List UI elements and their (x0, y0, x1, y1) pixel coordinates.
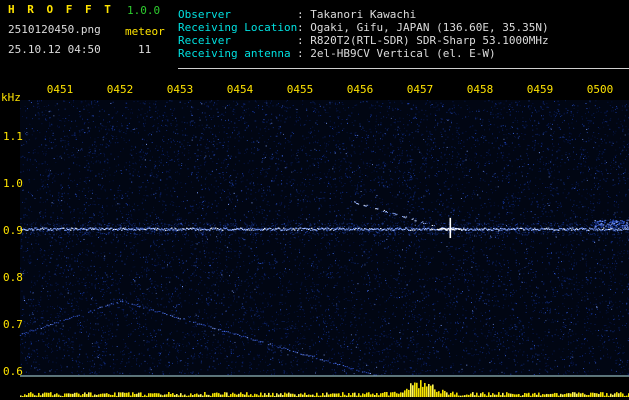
time-tick-label: 0455 (286, 83, 314, 96)
time-axis: 0451 0452 0453 0454 0455 0456 0457 0458 0459 0500 (0, 84, 629, 96)
spectrogram-canvas (0, 0, 629, 400)
app-title: H R O F F T (8, 3, 114, 16)
info-value: : 2el-HB9CV Vertical (el. E-W) (297, 47, 496, 60)
time-tick-label: 0453 (166, 83, 194, 96)
app-version: 1.0.0 (127, 4, 161, 17)
observation-datetime: 25.10.12 04:50 (8, 43, 101, 56)
frequency-tick-label: 0.7 (3, 318, 23, 331)
frequency-tick-label: 0.8 (3, 271, 23, 284)
time-tick-label: 0500 (586, 83, 614, 96)
hrofft-output-image: H R O F F T 1.0.0 2510120450.png meteor … (0, 0, 629, 400)
observation-mode: meteor (125, 25, 165, 38)
info-value: : R820T2(RTL-SDR) SDR-Sharp 53.1000MHz (297, 34, 549, 47)
time-tick-label: 0457 (406, 83, 434, 96)
time-tick-label: 0452 (106, 83, 134, 96)
frequency-axis: 1.1 1.0 0.9 0.8 0.7 0.6 (0, 0, 23, 400)
info-label: Observer (178, 8, 231, 21)
frequency-tick-label: 1.0 (3, 177, 23, 190)
time-tick-label: 0458 (466, 83, 494, 96)
time-tick-label: 0459 (526, 83, 554, 96)
info-label: Receiving antenna (178, 47, 291, 60)
time-tick-label: 0451 (46, 83, 74, 96)
header-separator (178, 68, 629, 69)
echo-count: 11 (138, 43, 152, 56)
station-info-row: Receiver : R820T2(RTL-SDR) SDR-Sharp 53.1… (178, 34, 549, 47)
frequency-tick-label: 0.6 (3, 365, 23, 378)
frequency-tick-label: 1.1 (3, 130, 23, 143)
info-label: Receiver (178, 34, 231, 47)
info-value: : Takanori Kawachi (297, 8, 417, 21)
frequency-axis-unit: kHz (1, 91, 21, 104)
frequency-tick-label: 0.9 (3, 224, 23, 237)
time-tick-label: 0454 (226, 83, 254, 96)
info-label: Receiving Location (178, 21, 298, 34)
time-tick-label: 0456 (346, 83, 374, 96)
station-info-row: Observer : Takanori Kawachi (178, 8, 549, 21)
station-info: Observer : Takanori Kawachi Receiving Loca… (178, 8, 549, 60)
station-info-row: Receiving Location: Ogaki, Gifu, JAPAN (… (178, 21, 549, 34)
station-info-row: Receiving antenna : 2el-HB9CV Vertical (e… (178, 47, 549, 60)
output-filename: 2510120450.png (8, 23, 101, 36)
info-value: : Ogaki, Gifu, JAPAN (136.60E, 35.35N) (297, 21, 549, 34)
